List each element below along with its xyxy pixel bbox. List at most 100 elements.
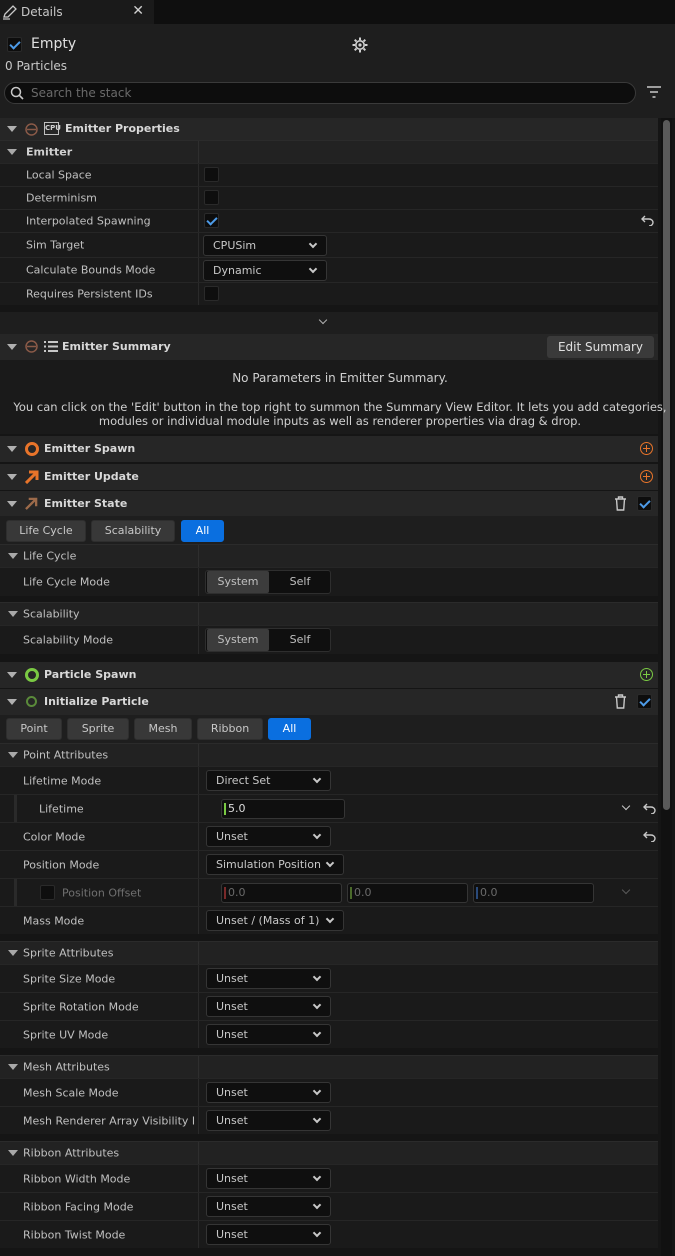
scalability-system-option[interactable]: System xyxy=(207,629,269,651)
collapse-arrow-icon[interactable] xyxy=(7,500,17,507)
add-module-icon[interactable] xyxy=(640,442,653,455)
gear-icon[interactable] xyxy=(352,37,368,53)
filter-icon[interactable] xyxy=(647,86,661,98)
chevron-down-icon[interactable] xyxy=(621,801,631,811)
scrollbar[interactable] xyxy=(661,118,672,1256)
tab-all[interactable]: All xyxy=(268,718,311,740)
expand-more-bar[interactable] xyxy=(0,312,658,334)
life-cycle-category[interactable]: Life Cycle xyxy=(0,544,658,567)
emitter-spawn-header[interactable]: Emitter Spawn xyxy=(0,436,658,462)
emitter-properties-header[interactable]: CPU Emitter Properties xyxy=(0,118,658,140)
position-mode-value: Simulation Position xyxy=(216,858,321,871)
mesh-scale-dropdown[interactable]: Unset xyxy=(206,1082,331,1103)
collapse-arrow-icon[interactable] xyxy=(8,611,18,617)
collapse-arrow-icon[interactable] xyxy=(8,1064,18,1070)
emitter-enabled-checkbox[interactable] xyxy=(7,37,22,52)
tab-point[interactable]: Point xyxy=(6,718,62,740)
scrollbar-thumb[interactable] xyxy=(663,120,670,810)
tab-ribbon[interactable]: Ribbon xyxy=(197,718,263,740)
trash-icon[interactable] xyxy=(614,694,627,709)
ribbon-attributes-category[interactable]: Ribbon Attributes xyxy=(0,1141,658,1164)
initialize-particle-header[interactable]: Initialize Particle xyxy=(0,689,658,715)
persistent-ids-checkbox[interactable] xyxy=(204,286,219,301)
scalability-mode-toggle[interactable]: System Self xyxy=(205,628,331,652)
sprite-rotation-dropdown[interactable]: Unset xyxy=(206,996,331,1017)
add-module-icon[interactable] xyxy=(640,668,653,681)
scalability-category[interactable]: Scalability xyxy=(0,602,658,625)
sprite-size-row: Sprite Size Mode Unset xyxy=(0,964,658,992)
color-mode-dropdown[interactable]: Unset xyxy=(206,826,331,847)
collapse-arrow-icon[interactable] xyxy=(8,950,18,956)
lifetime-value-input[interactable]: 5.0 xyxy=(221,799,345,819)
trash-icon[interactable] xyxy=(614,496,627,511)
initialize-particle-enabled-checkbox[interactable] xyxy=(637,694,652,709)
position-offset-checkbox[interactable] xyxy=(40,885,55,900)
interpolated-spawning-checkbox[interactable] xyxy=(204,213,219,228)
collapse-arrow-icon[interactable] xyxy=(7,149,17,155)
collapse-arrow-icon[interactable] xyxy=(8,553,18,559)
collapse-arrow-icon[interactable] xyxy=(7,699,17,705)
collapse-arrow-icon[interactable] xyxy=(7,344,17,350)
emitter-summary-header[interactable]: Emitter Summary Edit Summary xyxy=(0,334,658,360)
offset-x-input[interactable]: 0.0 xyxy=(221,883,342,903)
collapse-arrow-icon[interactable] xyxy=(7,446,17,452)
collapse-arrow-icon[interactable] xyxy=(8,752,18,758)
position-mode-dropdown[interactable]: Simulation Position xyxy=(206,854,344,875)
ribbon-width-dropdown[interactable]: Unset xyxy=(206,1168,331,1189)
tab-mesh[interactable]: Mesh xyxy=(134,718,192,740)
ribbon-facing-dropdown[interactable]: Unset xyxy=(206,1196,331,1217)
tab-life-cycle[interactable]: Life Cycle xyxy=(6,520,86,542)
life-cycle-category-label: Life Cycle xyxy=(23,549,77,563)
ribbon-facing-label: Ribbon Facing Mode xyxy=(23,1200,134,1213)
emitter-update-title: Emitter Update xyxy=(44,470,139,483)
edit-summary-button[interactable]: Edit Summary xyxy=(547,336,654,358)
particle-spawn-header[interactable]: Particle Spawn xyxy=(0,662,658,688)
scalability-self-option[interactable]: Self xyxy=(269,629,331,651)
position-offset-label: Position Offset xyxy=(62,886,142,899)
life-cycle-mode-row: Life Cycle Mode System Self xyxy=(0,567,658,596)
emitter-state-header[interactable]: Emitter State xyxy=(0,491,658,516)
ribbon-twist-dropdown[interactable]: Unset xyxy=(206,1224,331,1245)
life-cycle-mode-toggle[interactable]: System Self xyxy=(205,570,331,594)
persistent-ids-label: Requires Persistent IDs xyxy=(26,287,153,301)
tab-sprite[interactable]: Sprite xyxy=(67,718,129,740)
close-icon[interactable]: ✕ xyxy=(132,3,144,19)
mesh-attributes-category[interactable]: Mesh Attributes xyxy=(0,1055,658,1078)
reset-arrow-icon[interactable] xyxy=(641,215,654,226)
offset-z-input[interactable]: 0.0 xyxy=(473,883,594,903)
tab-details[interactable]: Details ✕ xyxy=(0,0,154,24)
collapse-arrow-icon[interactable] xyxy=(7,474,17,480)
reset-arrow-icon[interactable] xyxy=(643,831,656,842)
sprite-size-dropdown[interactable]: Unset xyxy=(206,968,331,989)
point-attributes-category[interactable]: Point Attributes xyxy=(0,743,658,766)
search-input[interactable]: Search the stack xyxy=(4,82,636,104)
mass-mode-dropdown[interactable]: Unset / (Mass of 1) xyxy=(206,910,344,931)
local-space-checkbox[interactable] xyxy=(204,167,219,182)
calc-bounds-dropdown[interactable]: Dynamic xyxy=(203,260,327,281)
tab-scalability[interactable]: Scalability xyxy=(91,520,175,542)
tab-all[interactable]: All xyxy=(181,520,224,542)
collapse-arrow-icon[interactable] xyxy=(7,672,17,678)
initialize-particle-title: Initialize Particle xyxy=(44,695,149,708)
ribbon-width-value: Unset xyxy=(216,1172,248,1185)
reset-arrow-icon[interactable] xyxy=(643,803,656,814)
sprite-attributes-category[interactable]: Sprite Attributes xyxy=(0,941,658,964)
search-placeholder: Search the stack xyxy=(31,86,132,100)
mesh-visibility-dropdown[interactable]: Unset xyxy=(206,1110,331,1131)
emitter-state-enabled-checkbox[interactable] xyxy=(637,496,652,511)
sprite-uv-dropdown[interactable]: Unset xyxy=(206,1024,331,1045)
details-header: Empty 0 Particles Search the stack xyxy=(0,24,675,118)
add-module-icon[interactable] xyxy=(640,470,653,483)
sim-target-dropdown[interactable]: CPUSim xyxy=(203,235,327,256)
life-cycle-system-option[interactable]: System xyxy=(207,571,269,593)
offset-y-input[interactable]: 0.0 xyxy=(347,883,468,903)
determinism-checkbox[interactable] xyxy=(204,190,219,205)
life-cycle-self-option[interactable]: Self xyxy=(269,571,331,593)
collapse-arrow-icon[interactable] xyxy=(7,126,17,132)
chevron-down-icon[interactable] xyxy=(621,885,631,895)
collapse-arrow-icon[interactable] xyxy=(8,1150,18,1156)
emitter-category[interactable]: Emitter xyxy=(0,140,658,163)
emitter-update-header[interactable]: Emitter Update xyxy=(0,464,658,490)
lifetime-mode-dropdown[interactable]: Direct Set xyxy=(206,770,331,791)
tab-title: Details xyxy=(21,5,63,19)
